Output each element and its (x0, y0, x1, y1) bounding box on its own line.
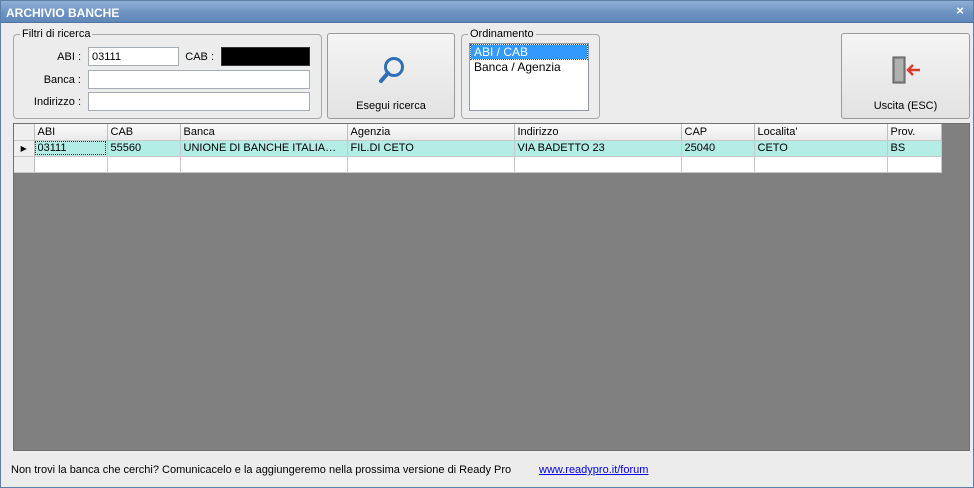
ordering-legend: Ordinamento (470, 28, 534, 40)
archivio-banche-window: ARCHIVIO BANCHE × Filtri di ricerca ABI … (0, 0, 974, 488)
indirizzo-input[interactable] (88, 92, 310, 111)
column-header-prov[interactable]: Prov. (887, 124, 942, 141)
forum-link[interactable]: www.readypro.it/forum (539, 464, 648, 476)
banca-label: Banca : (43, 74, 81, 86)
column-header-cab[interactable]: CAB (107, 124, 181, 141)
banks-grid[interactable]: ABI CAB Banca Agenzia Indirizzo CAP Loca… (13, 123, 970, 451)
new-row-indicator (14, 156, 35, 173)
column-header-localita[interactable]: Localita' (754, 124, 888, 141)
cell-prov[interactable]: BS (887, 140, 942, 157)
ordering-option-abi-cab[interactable]: ABI / CAB (470, 44, 588, 60)
cab-input[interactable] (221, 47, 310, 66)
cell-cab[interactable]: 55560 (107, 140, 181, 157)
window-title: ARCHIVIO BANCHE (6, 6, 120, 20)
cab-label: CAB : (185, 51, 214, 63)
ordering-listbox[interactable]: ABI / CAB Banca / Agenzia (469, 43, 589, 111)
ordering-option-banca-agenzia[interactable]: Banca / Agenzia (471, 60, 587, 74)
cell-agenzia[interactable]: FIL.DI CETO (347, 140, 515, 157)
magnifier-icon (376, 54, 408, 86)
cell-abi[interactable]: 03111 (34, 140, 108, 157)
banks-table: ABI CAB Banca Agenzia Indirizzo CAP Loca… (14, 124, 942, 173)
abi-input[interactable] (88, 47, 179, 66)
column-header-cap[interactable]: CAP (681, 124, 755, 141)
current-row-arrow-icon: ▶ (14, 140, 35, 157)
banca-input[interactable] (88, 70, 310, 89)
search-button-label: Esegui ricerca (356, 100, 426, 112)
row-indicator-header (14, 124, 35, 141)
search-button[interactable]: Esegui ricerca (327, 33, 455, 119)
footer-message: Non trovi la banca che cerchi? Comunicac… (11, 464, 512, 476)
abi-label: ABI : (57, 51, 81, 63)
cell-indirizzo[interactable]: VIA BADETTO 23 (514, 140, 682, 157)
cell-banca[interactable]: UNIONE DI BANCHE ITALIANE SOCIETA' COOPE… (180, 140, 348, 157)
column-header-indirizzo[interactable]: Indirizzo (514, 124, 682, 141)
cell-empty[interactable] (887, 156, 942, 173)
exit-door-icon (889, 54, 923, 86)
exit-button-label: Uscita (ESC) (873, 100, 938, 112)
cell-empty[interactable] (681, 156, 755, 173)
column-header-agenzia[interactable]: Agenzia (347, 124, 515, 141)
cell-empty[interactable] (754, 156, 888, 173)
cell-localita[interactable]: CETO (754, 140, 888, 157)
table-row[interactable]: ▶ 03111 55560 UNIONE DI BANCHE ITALIANE … (14, 140, 942, 157)
exit-button[interactable]: Uscita (ESC) (841, 33, 970, 119)
cell-empty[interactable] (347, 156, 515, 173)
title-bar: ARCHIVIO BANCHE × (1, 1, 973, 23)
indirizzo-label: Indirizzo : (33, 96, 81, 108)
column-header-banca[interactable]: Banca (180, 124, 348, 141)
table-new-row[interactable] (14, 156, 942, 173)
cell-empty[interactable] (514, 156, 682, 173)
close-icon[interactable]: × (953, 4, 967, 18)
cell-empty[interactable] (34, 156, 108, 173)
table-header-row: ABI CAB Banca Agenzia Indirizzo CAP Loca… (14, 124, 942, 141)
cell-empty[interactable] (180, 156, 348, 173)
search-filters-legend: Filtri di ricerca (22, 28, 91, 40)
cell-cap[interactable]: 25040 (681, 140, 755, 157)
cell-empty[interactable] (107, 156, 181, 173)
column-header-abi[interactable]: ABI (34, 124, 108, 141)
